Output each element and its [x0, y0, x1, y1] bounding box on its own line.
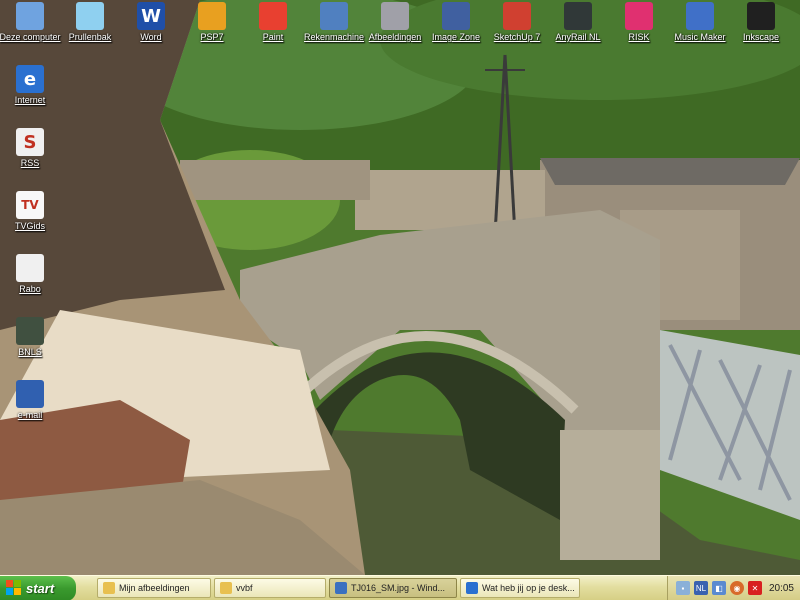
desktop-icon-label: Paint: [262, 32, 284, 42]
desktop-icon-label: RISK: [628, 32, 650, 42]
calculator-icon: [320, 2, 348, 30]
desktop-icon-tvgids[interactable]: TV TVGids: [0, 191, 68, 231]
folder-icon: [220, 582, 232, 594]
my-computer-icon: [16, 2, 44, 30]
recycle-bin-icon: [76, 2, 104, 30]
desktop-icon-inkscape[interactable]: Inkscape: [723, 2, 799, 42]
taskbar-button-mijn-afbeeldingen[interactable]: Mijn afbeeldingen: [97, 578, 211, 598]
image-zone-icon: [442, 2, 470, 30]
desktop-icon-label: Music Maker: [674, 32, 726, 42]
security-alert-icon[interactable]: ✕: [747, 581, 762, 595]
desktop-icon-e-mail[interactable]: e-mail: [0, 380, 68, 420]
desktop-icon-label: PSP7: [200, 32, 224, 42]
language-indicator[interactable]: NL: [693, 581, 708, 595]
antivirus-icon[interactable]: ◉: [729, 581, 744, 595]
psp-icon: [198, 2, 226, 30]
taskbar-button-label: vvbf: [236, 583, 253, 593]
taskbar-button-label: Mijn afbeeldingen: [119, 583, 190, 593]
taskbar-button-vvbf[interactable]: vvbf: [214, 578, 326, 598]
desktop-icon-label: Image Zone: [431, 32, 481, 42]
desktop-icon-label: RSS: [20, 158, 40, 168]
desktop-icon-label: TVGids: [14, 221, 45, 231]
taskbar-button-tj016-sm-jpg-wind[interactable]: TJ016_SM.jpg - Wind...: [329, 578, 457, 598]
desktop-icon-label: Rekenmachine: [303, 32, 365, 42]
desktop-icon-rabo[interactable]: Rabo: [0, 254, 68, 294]
desktop-icon-label: AnyRail NL: [555, 32, 601, 42]
desktop-icon-label: Prullenbak: [68, 32, 112, 42]
windows-logo-icon: [6, 580, 22, 596]
safely-remove-hardware-icon[interactable]: ▪: [675, 581, 690, 595]
sketchup-icon: [503, 2, 531, 30]
desktop-icon-label: e-mail: [17, 410, 43, 420]
start-label: start: [26, 580, 55, 596]
taskbar-button-label: TJ016_SM.jpg - Wind...: [351, 583, 446, 593]
bnls-icon: [16, 317, 44, 345]
system-tray: ▪ NL ◧ ◉ ✕ 20:05: [666, 575, 800, 600]
rabo-icon: [16, 254, 44, 282]
network-icon[interactable]: ◧: [711, 581, 726, 595]
desktop-icon-label: Afbeeldingen: [368, 32, 422, 42]
desktop-icon-bnls[interactable]: BNLS: [0, 317, 68, 357]
desktop-icon-label: Inkscape: [742, 32, 780, 42]
rss-icon: S: [16, 128, 44, 156]
taskbar: start Mijn afbeeldingen vvbf TJ016_SM.jpg …: [0, 575, 800, 600]
start-button[interactable]: start: [0, 575, 76, 600]
music-maker-icon: [686, 2, 714, 30]
image-viewer-icon: [335, 582, 347, 594]
desktop-icon-rss[interactable]: S RSS: [0, 128, 68, 168]
taskbar-button-wat-heb-jij-op-je-desk[interactable]: Wat heb jij op je desk...: [460, 578, 580, 598]
clock[interactable]: 20:05: [769, 583, 794, 594]
folder-icon: [103, 582, 115, 594]
anyrail-icon: [564, 2, 592, 30]
internet-explorer-icon: e: [16, 65, 44, 93]
taskbar-button-label: Wat heb jij op je desk...: [482, 583, 575, 593]
quick-launch: [76, 576, 94, 600]
desktop-wallpaper: [0, 0, 800, 575]
email-icon: [16, 380, 44, 408]
tvgids-icon: TV: [16, 191, 44, 219]
inkscape-icon: [747, 2, 775, 30]
risk-icon: [625, 2, 653, 30]
internet-explorer-icon: [466, 582, 478, 594]
paint-icon: [259, 2, 287, 30]
word-icon: W: [137, 2, 165, 30]
desktop-icon-label: SketchUp 7: [493, 32, 541, 42]
desktop-icon-label: BNLS: [18, 347, 42, 357]
camera-icon: [381, 2, 409, 30]
desktop-icon-label: Word: [140, 32, 162, 42]
desktop-icon-label: Internet: [14, 95, 46, 105]
desktop-icon-internet[interactable]: e Internet: [0, 65, 68, 105]
desktop-icon-label: Rabo: [19, 284, 41, 294]
